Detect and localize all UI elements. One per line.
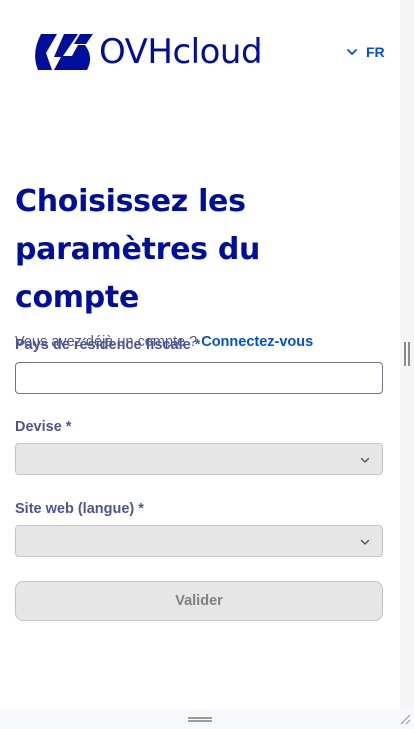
currency-field: Devise * (15, 419, 383, 475)
country-input[interactable] (15, 362, 383, 394)
bottom-resize-bar[interactable] (0, 709, 414, 729)
currency-select[interactable] (15, 443, 383, 475)
language-selector[interactable]: FR (346, 44, 385, 60)
chevron-down-icon (347, 49, 357, 55)
resize-grip-icon[interactable] (188, 717, 212, 722)
language-label: FR (366, 44, 385, 60)
website-field: Site web (langue) * (15, 501, 383, 557)
page-title: Choisissez les paramètres du compte (15, 184, 261, 315)
submit-button[interactable]: Valider (15, 581, 383, 621)
resize-corner-icon[interactable] (399, 713, 411, 725)
chevron-down-icon (360, 539, 370, 545)
chevron-down-icon (360, 457, 370, 463)
country-field: Pays de résidence fiscale * (15, 337, 383, 394)
main-content: Choisissez les paramètres du compte Vous… (15, 178, 385, 350)
header: OVHcloud FR (0, 0, 400, 100)
currency-label: Devise * (15, 419, 72, 435)
vertical-scrollbar[interactable] (400, 0, 414, 729)
website-label: Site web (langue) * (15, 501, 144, 517)
logo-text: OVHcloud (99, 32, 263, 72)
country-label: Pays de résidence fiscale * (15, 337, 201, 353)
scroll-grip-icon[interactable] (404, 342, 410, 366)
ovhcloud-logo-icon (35, 34, 93, 70)
website-select[interactable] (15, 525, 383, 557)
ovhcloud-logo[interactable]: OVHcloud (33, 32, 263, 72)
